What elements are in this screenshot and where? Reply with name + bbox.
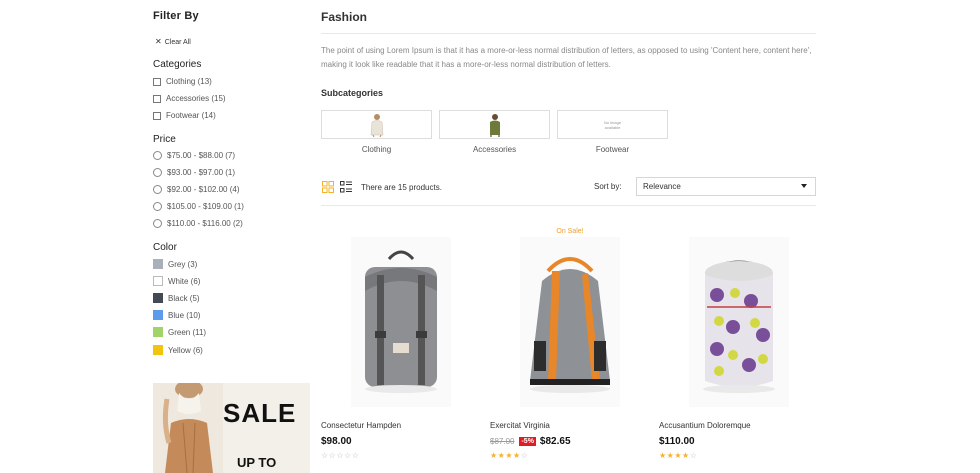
category-checkbox-footwear[interactable]: Footwear (14) (153, 111, 216, 120)
radio[interactable] (153, 219, 162, 228)
page-title: Fashion (321, 10, 368, 24)
sale-heading: SALE (223, 398, 297, 428)
color-swatch-green[interactable]: Green (11) (153, 327, 206, 337)
subcategory-image[interactable] (321, 110, 432, 139)
blue-swatch[interactable] (153, 310, 163, 320)
products-toolbar: There are 15 products. Sort by: Relevanc… (321, 177, 816, 197)
color-swatch-white[interactable]: White (6) (153, 276, 200, 286)
star-filled-icon: ★★★★ (490, 451, 521, 460)
product-name[interactable]: Exercitat Virginia (490, 421, 550, 430)
discount-badge: -5% (519, 437, 536, 446)
clothing-model-icon (370, 113, 383, 137)
black-swatch[interactable] (153, 293, 163, 303)
checkbox[interactable] (153, 111, 161, 120)
color-facet-title: Color (153, 242, 177, 253)
subcategory-accessories[interactable]: Accessories (439, 110, 550, 154)
color-swatch-yellow[interactable]: Yellow (6) (153, 345, 203, 355)
subcategory-label: Footwear (595, 145, 630, 154)
product-image[interactable] (321, 231, 481, 421)
subcategory-label: Accessories (472, 145, 517, 154)
sort-dropdown[interactable]: Relevance (636, 177, 816, 196)
no-image-placeholder: No image available (603, 119, 622, 130)
sale-up-to: UP TO (237, 455, 277, 470)
category-checkbox-clothing[interactable]: Clothing (13) (153, 77, 212, 86)
subcategory-image[interactable]: No image available (557, 110, 668, 139)
divider (321, 205, 816, 206)
subcategories-title: Subcategories (321, 88, 384, 98)
list-view-icon[interactable] (340, 181, 352, 193)
divider (321, 33, 816, 34)
radio[interactable] (153, 151, 162, 160)
white-swatch[interactable] (153, 276, 163, 286)
price-facet-title: Price (153, 134, 176, 145)
subcategory-clothing[interactable]: Clothing (321, 110, 432, 154)
old-price: $87.00 (490, 437, 515, 446)
rating-stars: ★★★★☆ (490, 451, 528, 460)
checkbox[interactable] (153, 94, 161, 103)
product-card[interactable]: Consectetur Hampden $98.00 ☆☆☆☆☆ (321, 217, 481, 467)
price-radio-2[interactable]: $93.00 - $97.00 (1) (153, 168, 235, 177)
radio[interactable] (153, 168, 162, 177)
product-name[interactable]: Consectetur Hampden (321, 421, 401, 430)
product-image[interactable] (490, 231, 650, 421)
price-radio-3[interactable]: $92.00 - $102.00 (4) (153, 185, 240, 194)
price-radio-4[interactable]: $105.00 - $109.00 (1) (153, 202, 244, 211)
product-image[interactable] (659, 231, 819, 421)
product-price: $110.00 (659, 436, 695, 447)
close-icon: ✕ (155, 37, 162, 46)
sale-banner[interactable]: SALE UP TO (153, 383, 310, 473)
filter-title: Filter By (153, 10, 199, 22)
grid-view-icon[interactable] (322, 181, 334, 193)
price-radio-5[interactable]: $110.00 - $116.00 (2) (153, 219, 243, 228)
product-price: $98.00 (321, 436, 352, 447)
price-radio-1[interactable]: $75.00 - $88.00 (7) (153, 151, 235, 160)
star-filled-icon: ★★★★ (659, 451, 690, 460)
star-empty-icon: ☆ (520, 451, 529, 460)
product-count: There are 15 products. (361, 183, 442, 192)
product-card[interactable]: On Sale! Exercitat Virginia $87.00 -5% $… (490, 217, 650, 467)
grey-swatch[interactable] (153, 259, 163, 269)
color-swatch-grey[interactable]: Grey (3) (153, 259, 197, 269)
radio[interactable] (153, 185, 162, 194)
sort-value: Relevance (643, 182, 681, 191)
star-empty-icon: ☆ (689, 451, 698, 460)
subcategory-image[interactable] (439, 110, 550, 139)
subcategory-footwear[interactable]: No image available Footwear (557, 110, 668, 154)
color-swatch-blue[interactable]: Blue (10) (153, 310, 200, 320)
clear-all-button[interactable]: ✕ Clear All (155, 37, 191, 46)
rating-stars: ★★★★☆ (659, 451, 697, 460)
accessories-model-icon (489, 113, 500, 137)
color-swatch-black[interactable]: Black (5) (153, 293, 200, 303)
subcategory-label: Clothing (361, 145, 392, 154)
category-checkbox-accessories[interactable]: Accessories (15) (153, 94, 226, 103)
chevron-down-icon (801, 184, 807, 188)
categories-facet-title: Categories (153, 59, 202, 70)
product-card[interactable]: Accusantium Doloremque $110.00 ★★★★☆ (659, 217, 819, 467)
radio[interactable] (153, 202, 162, 211)
sort-by-label: Sort by: (594, 182, 622, 191)
rating-stars: ☆☆☆☆☆ (321, 451, 359, 460)
yellow-swatch[interactable] (153, 345, 163, 355)
star-empty-icon: ☆☆☆☆☆ (321, 451, 360, 460)
model-photo (153, 383, 223, 473)
checkbox[interactable] (153, 77, 161, 86)
product-price: $87.00 -5% $82.65 (490, 436, 571, 447)
green-swatch[interactable] (153, 327, 163, 337)
product-name[interactable]: Accusantium Doloremque (659, 421, 751, 430)
category-description: The point of using Lorem Ipsum is that i… (321, 46, 812, 69)
